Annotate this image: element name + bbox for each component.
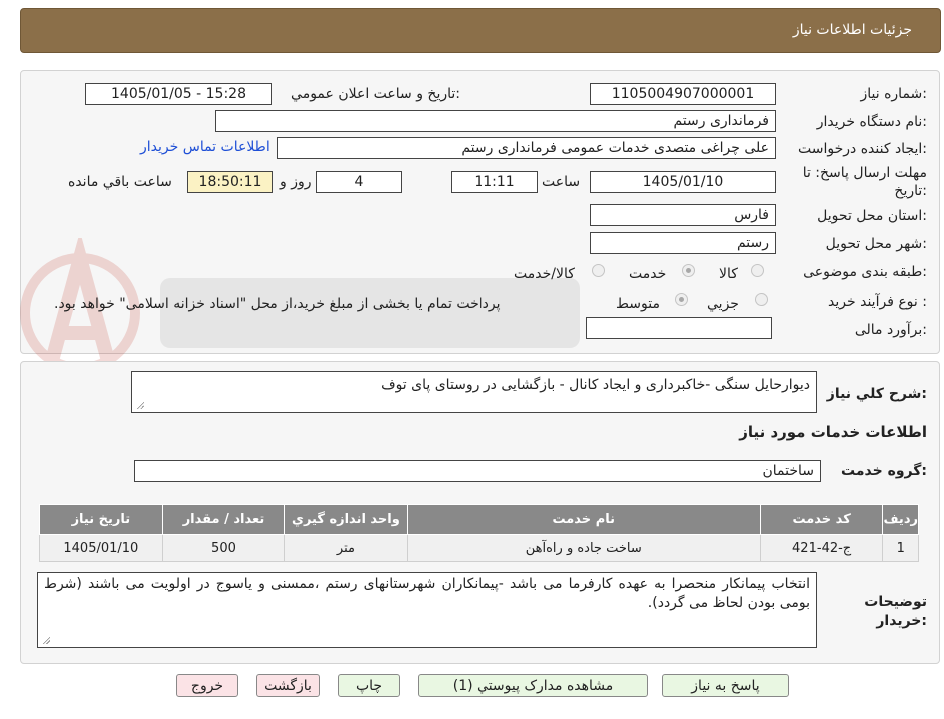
cell-quantity: 500 — [161, 534, 286, 562]
buyer-notes-field: انتخاب پیمانکار منحصرا به عهده کارفرما م… — [37, 572, 817, 648]
remaining-time-label: ساعت باقي مانده — [68, 174, 172, 190]
category-goods-service-radio[interactable] — [592, 264, 605, 277]
category-goods-service-label: کالا/خدمت — [514, 266, 575, 282]
table-row: 1405/01/10 500 متر ساخت جاده و راه‌آهن ج… — [39, 534, 919, 562]
deadline-time-field: 11:11 — [451, 171, 538, 193]
cell-row: 1 — [882, 534, 919, 562]
need-number-label: شماره نیاز: — [860, 86, 927, 102]
purchase-process-label: نوع فرآیند خرید : — [828, 294, 927, 310]
process-medium-label: متوسط — [616, 296, 660, 312]
page-title: جزئیات اطلاعات نیاز — [792, 22, 912, 38]
resize-grip-icon[interactable] — [136, 401, 144, 409]
col-quantity: تعداد / مقدار — [161, 504, 286, 535]
category-label: طبقه بندی موضوعی: — [803, 264, 927, 280]
announce-datetime-label: تاریخ و ساعت اعلان عمومي: — [291, 86, 460, 102]
service-group-label: گروه خدمت: — [841, 463, 927, 479]
deadline-label: مهلت ارسال پاسخ: تا — [802, 165, 927, 181]
buyer-contact-link[interactable]: اطلاعات تماس خريدار — [140, 139, 270, 155]
buyer-notes-text: انتخاب پیمانکار منحصرا به عهده کارفرما م… — [44, 576, 810, 611]
attachments-button[interactable]: مشاهده مدارک پیوستي (1) — [418, 674, 648, 697]
service-group-field: ساختمان — [134, 460, 821, 482]
city-label: شهر محل تحویل: — [825, 236, 927, 252]
deadline-date-field: 1405/01/10 — [590, 171, 776, 193]
buyer-notes-label: توضیحات — [864, 594, 927, 610]
col-service-name: نام خدمت — [406, 504, 761, 535]
process-minor-radio[interactable] — [755, 293, 768, 306]
budget-field — [586, 317, 772, 339]
buyer-org-field: فرمانداری رستم — [215, 110, 776, 132]
category-service-label: خدمت — [629, 266, 667, 282]
deadline-days-label: روز و — [280, 174, 312, 190]
category-goods-radio[interactable] — [751, 264, 764, 277]
col-unit: واحد اندازه گيري — [284, 504, 408, 535]
summary-label: شرح کلي نياز: — [826, 386, 927, 402]
buyer-notes-label-2: خریدار: — [876, 613, 927, 629]
creator-field: علی چراغی متصدی خدمات عمومی فرمانداری رس… — [277, 137, 776, 159]
process-medium-radio[interactable] — [675, 293, 688, 306]
col-service-code: کد خدمت — [759, 504, 884, 535]
reply-button[interactable]: پاسخ به نياز — [662, 674, 789, 697]
page-header: جزئیات اطلاعات نیاز — [20, 8, 941, 53]
summary-text: دیوارحایل سنگی -خاکبرداری و ایجاد کانال … — [381, 377, 810, 393]
col-need-date: تاريخ نياز — [39, 504, 163, 535]
province-label: استان محل تحویل: — [817, 208, 927, 224]
deadline-label-date: تاریخ: — [894, 183, 927, 199]
treasury-bonds-note: پرداخت تمام یا بخشی از مبلغ خرید،از محل … — [54, 296, 501, 312]
back-button[interactable]: بازگشت — [256, 674, 320, 697]
category-goods-label: کالا — [719, 266, 738, 282]
deadline-time-label: ساعت — [542, 174, 581, 190]
print-button[interactable]: چاپ — [338, 674, 400, 697]
cell-need-date: 1405/01/10 — [39, 534, 163, 562]
announce-datetime-field: 1405/01/05 - 15:28 — [85, 83, 272, 105]
remaining-time-field: 18:50:11 — [187, 171, 273, 193]
services-table: تاريخ نياز تعداد / مقدار واحد اندازه گير… — [39, 504, 919, 562]
cell-unit: متر — [284, 534, 408, 562]
category-service-radio[interactable] — [682, 264, 695, 277]
summary-field: دیوارحایل سنگی -خاکبرداری و ایجاد کانال … — [131, 371, 817, 413]
resize-grip-icon[interactable] — [42, 636, 50, 644]
col-row: رديف — [882, 504, 919, 535]
budget-label: برآورد مالی: — [854, 322, 927, 338]
table-header-row: تاريخ نياز تعداد / مقدار واحد اندازه گير… — [39, 504, 919, 535]
services-section-title: اطلاعات خدمات مورد نياز — [739, 423, 927, 441]
need-number-field: 1105004907000001 — [590, 83, 776, 105]
deadline-days-field: 4 — [316, 171, 402, 193]
cell-service-name: ساخت جاده و راه‌آهن — [406, 534, 761, 562]
exit-button[interactable]: خروج — [176, 674, 238, 697]
cell-service-code: ج-42-421 — [759, 534, 884, 562]
process-minor-label: جزیي — [707, 296, 739, 312]
province-field: فارس — [590, 204, 776, 226]
city-field: رستم — [590, 232, 776, 254]
creator-label: ایجاد کننده درخواست: — [798, 141, 927, 157]
buyer-org-label: نام دستگاه خريدار: — [816, 114, 927, 130]
